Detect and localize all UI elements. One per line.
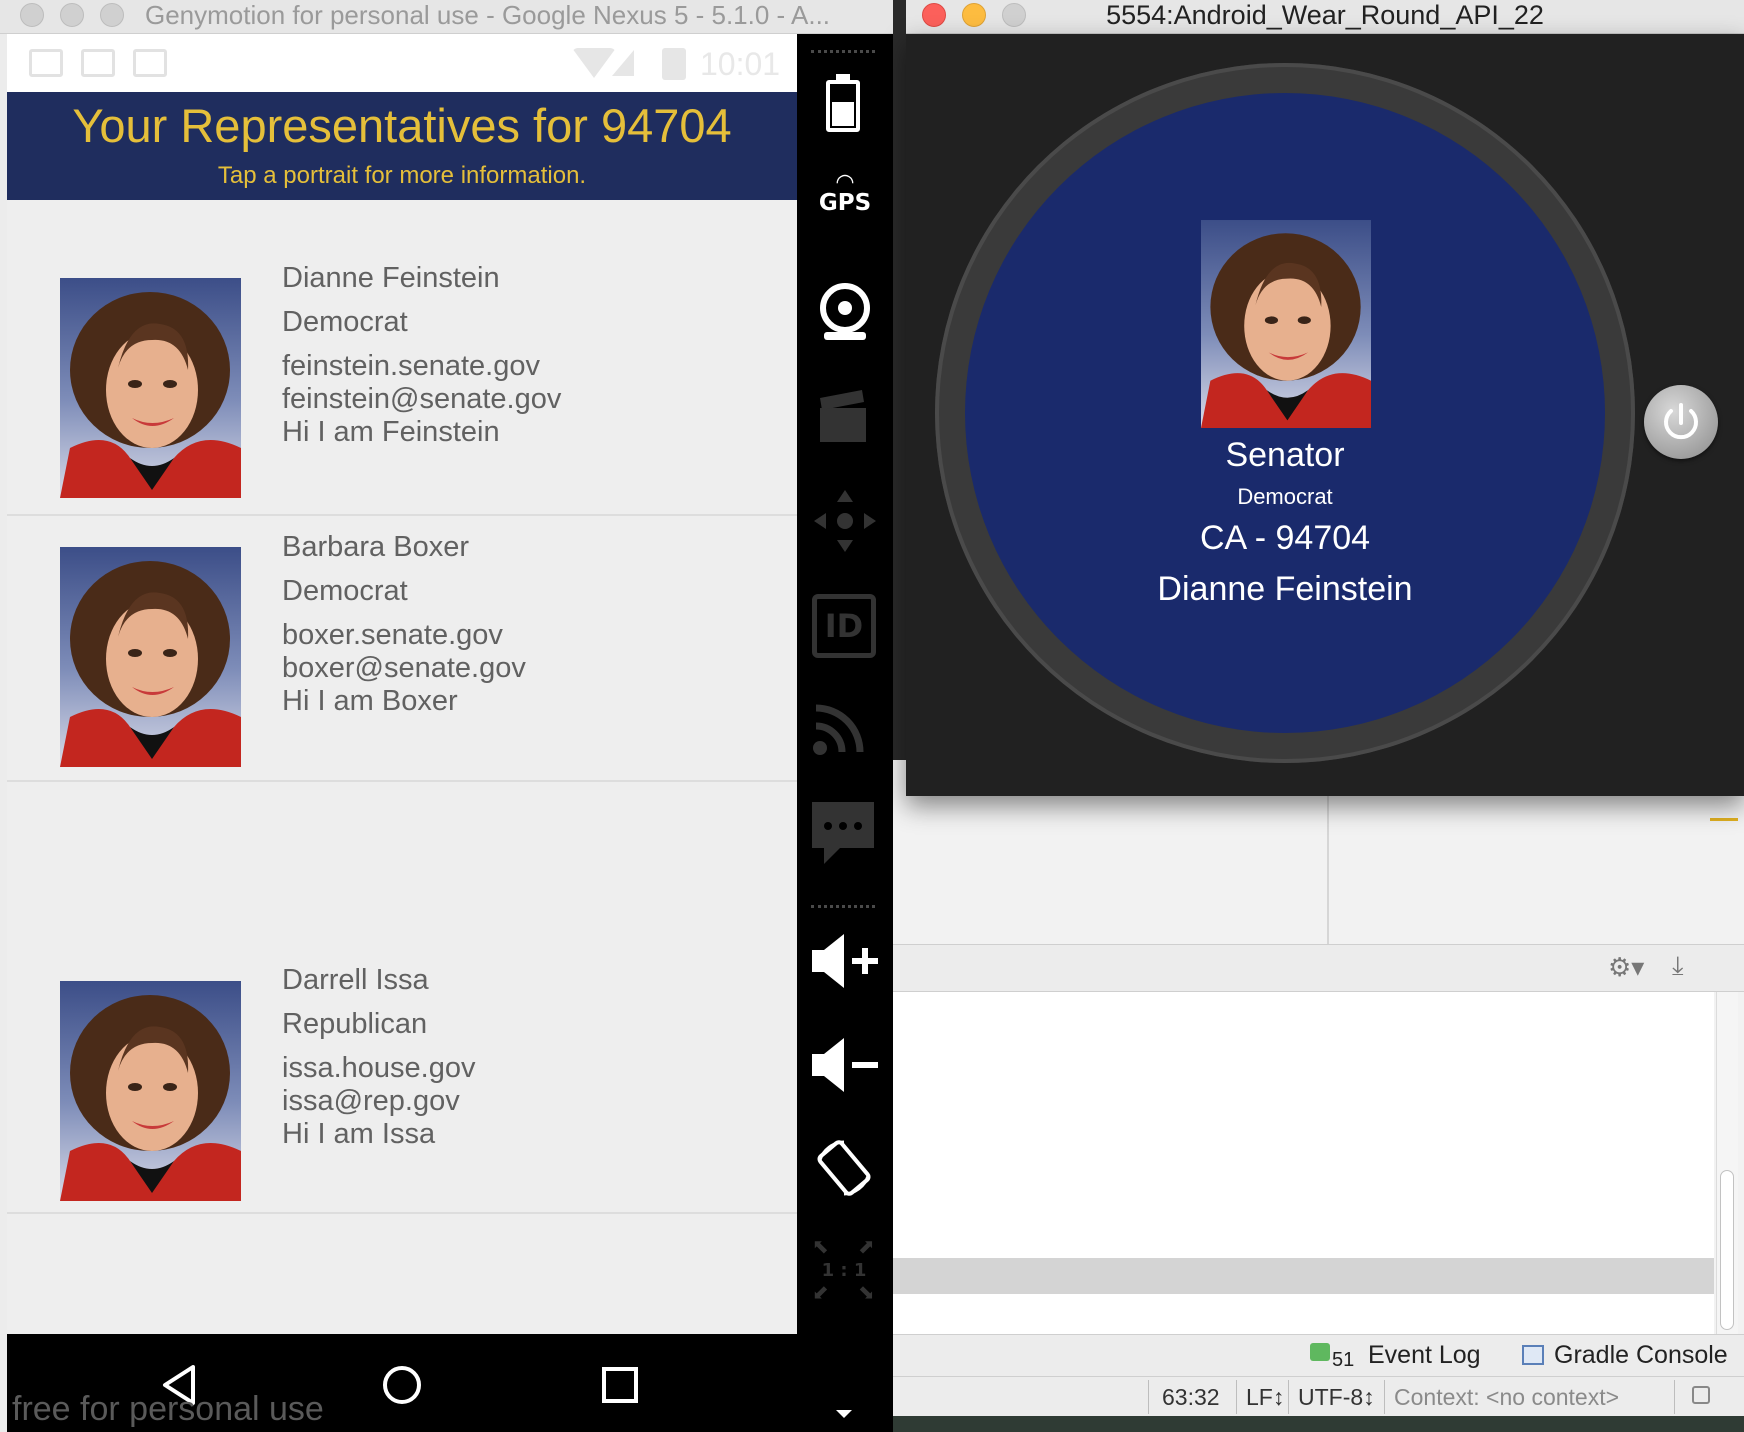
event-log-button[interactable]: 51 Event Log [1310,1339,1490,1373]
event-log-count: 51 [1332,1349,1355,1371]
rep-email[interactable]: issa@rep.gov [282,1085,460,1118]
event-log-icon [1310,1343,1330,1361]
rotate-icon[interactable] [812,1136,876,1200]
watch-party: Democrat [1237,484,1333,509]
portrait-image [60,995,241,1201]
status-divider [1674,1380,1675,1414]
context-indicator[interactable]: Context: <no context> [1394,1384,1619,1411]
recents-icon[interactable] [601,1366,639,1404]
rep-email[interactable]: feinstein@senate.gov [282,383,561,416]
notification-icon [81,49,115,77]
rep-tweet: Hi I am Issa [282,1118,436,1150]
zoom-button[interactable] [100,3,124,27]
status-time: 10:01 [700,46,781,82]
gear-icon[interactable]: ⚙▾ [1608,953,1644,983]
line-separator-selector[interactable]: LF↕ [1246,1384,1284,1411]
volume-down-icon[interactable] [810,1036,880,1094]
capture-icon[interactable] [818,388,868,444]
watermark-text: free for personal use [12,1390,324,1428]
desktop-background-strip [890,1416,1744,1432]
watch-name: Dianne Feinstein [1157,570,1413,608]
rep-party: Democrat [282,306,408,338]
gradle-console-label: Gradle Console [1554,1341,1728,1369]
rep-tweet: Hi I am Boxer [282,685,458,717]
ide-console-selected-line[interactable] [890,1258,1714,1294]
minimize-button[interactable] [60,3,84,27]
ide-tool-buttons-bar: 51 Event Log Gradle Console [890,1334,1744,1376]
ide-scrollbar-thumb[interactable] [1720,1170,1734,1330]
status-divider [1148,1380,1149,1414]
lock-icon[interactable] [1692,1386,1710,1404]
gradle-console-button[interactable]: Gradle Console [1522,1339,1732,1373]
rep-name: Darrell Issa [282,964,429,996]
gps-label: GPS [818,190,872,216]
scale-label: 1 : 1 [821,1260,867,1281]
page-subtitle: Tap a portrait for more information. [217,162,587,189]
wifi-icon [572,48,616,78]
download-icon[interactable]: ⤓ [1672,951,1684,982]
watch-district: CA - 94704 [1199,519,1371,557]
network-icon[interactable] [812,696,872,756]
status-divider [1236,1380,1237,1414]
portrait-image [60,561,241,767]
id-label: ID [824,607,864,645]
scale-icon[interactable]: ⬉ ⬈ ⬋ ⬊ 1 : 1 [812,1234,876,1304]
id-icon[interactable]: ID [812,594,876,658]
rep-email[interactable]: boxer@senate.gov [282,652,526,685]
rep-website[interactable]: boxer.senate.gov [282,619,503,652]
sidebar-separator [811,905,875,908]
rep-tweet: Hi I am Feinstein [282,416,500,448]
ide-marker [1710,818,1738,821]
rep-name: Barbara Boxer [282,531,469,563]
page-title: Your Representatives for 94704 [72,99,732,152]
rep-party: Democrat [282,575,408,607]
watch-portrait[interactable] [1201,220,1371,428]
representative-portrait[interactable] [60,981,241,1201]
portrait-image [1201,233,1371,428]
battery-status-icon [662,48,686,80]
status-divider [1288,1380,1289,1414]
rep-website[interactable]: issa.house.gov [282,1052,475,1085]
encoding-selector[interactable]: UTF-8↕ [1298,1384,1375,1411]
volume-up-icon[interactable] [810,932,880,990]
power-button[interactable] [1644,385,1718,459]
webcam-icon[interactable] [818,282,872,342]
close-button[interactable] [20,3,44,27]
genymotion-window-title: Genymotion for personal use - Google Nex… [145,0,831,30]
rep-party: Republican [282,1008,428,1040]
caret-position[interactable]: 63:32 [1162,1384,1220,1411]
sms-icon[interactable] [810,800,876,866]
battery-icon[interactable] [824,74,862,132]
event-log-label: Event Log [1368,1341,1481,1369]
sidebar-separator [811,50,875,53]
signal-icon [612,50,634,76]
portrait-image [60,292,241,498]
representative-portrait[interactable] [60,547,241,767]
notification-icon [29,49,63,77]
gradle-console-icon [1522,1345,1544,1365]
rep-website[interactable]: feinstein.senate.gov [282,350,540,383]
watch-title: Senator [1225,436,1345,474]
sidebar-more-icon[interactable] [836,1410,852,1418]
representative-portrait[interactable] [60,278,241,498]
power-icon [1664,403,1698,440]
notification-icon [133,49,167,77]
ide-tool-window-toolbar: ⚙▾ ⤓ [890,944,1744,992]
wear-window-title: 5554:Android_Wear_Round_API_22 [1106,0,1544,30]
rep-name: Dianne Feinstein [282,262,500,294]
dpad-icon[interactable] [812,488,878,554]
gps-icon[interactable]: ◠ GPS [797,172,893,217]
status-divider [1384,1380,1385,1414]
home-icon[interactable] [381,1364,423,1406]
